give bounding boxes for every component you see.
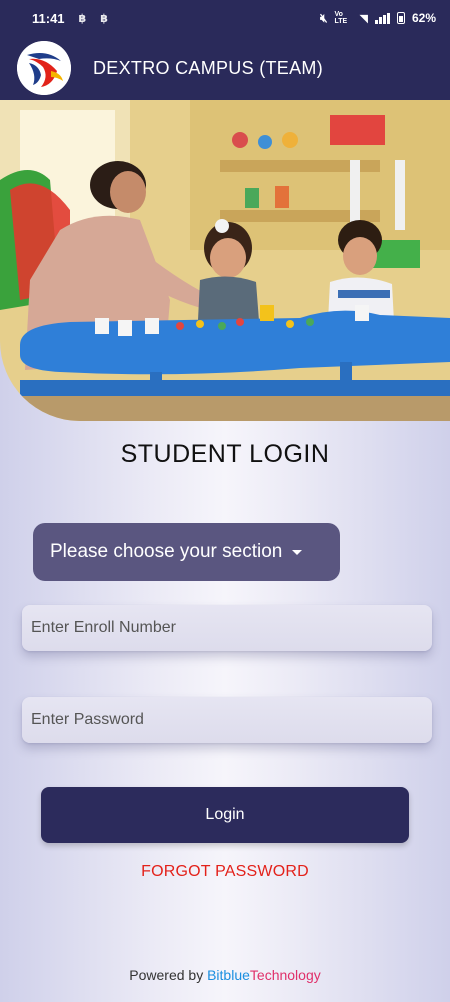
wifi-icon: ◥ xyxy=(359,12,368,25)
app-logo xyxy=(17,41,71,95)
password-input[interactable] xyxy=(22,697,432,743)
mute-icon: 🔇︎ xyxy=(319,10,328,25)
battery-icon xyxy=(396,12,405,24)
signal-icon xyxy=(374,12,390,24)
status-time: 11:41 xyxy=(32,10,65,26)
enroll-number-field-container xyxy=(22,605,432,651)
enroll-number-input[interactable] xyxy=(22,605,432,651)
page-title: STUDENT LOGIN xyxy=(120,440,330,468)
app-bar: DEXTRO CAMPUS (TEAM) xyxy=(0,36,450,100)
status-bar: 11:41 ฿ ฿ 🔇︎ Vo LTE ◥ 62% xyxy=(0,0,450,36)
network-label: Vo LTE xyxy=(334,11,348,25)
caret-down-icon xyxy=(292,549,303,555)
section-dropdown[interactable]: Please choose your section xyxy=(33,523,340,581)
password-field-container xyxy=(22,697,432,743)
brand-name-part1[interactable]: Bitblue xyxy=(207,967,250,983)
powered-by-footer: Powered by BitblueTechnology xyxy=(0,967,450,983)
battery-percent: 62% xyxy=(411,11,436,25)
app-screen: 11:41 ฿ ฿ 🔇︎ Vo LTE ◥ 62% DEXTRO CAMPUS … xyxy=(0,0,450,1002)
login-button[interactable]: Login xyxy=(41,787,409,843)
hero-image xyxy=(0,100,450,421)
app-notification-icon: ฿ xyxy=(100,12,108,25)
app-notification-icon: ฿ xyxy=(78,12,87,25)
app-title: DEXTRO CAMPUS (TEAM) xyxy=(93,57,324,78)
section-dropdown-label: Please choose your section xyxy=(50,541,283,562)
powered-by-label: Powered by xyxy=(129,967,204,983)
brand-name-part2[interactable]: Technology xyxy=(250,967,321,983)
forgot-password-link[interactable]: FORGOT PASSWORD xyxy=(0,863,450,881)
